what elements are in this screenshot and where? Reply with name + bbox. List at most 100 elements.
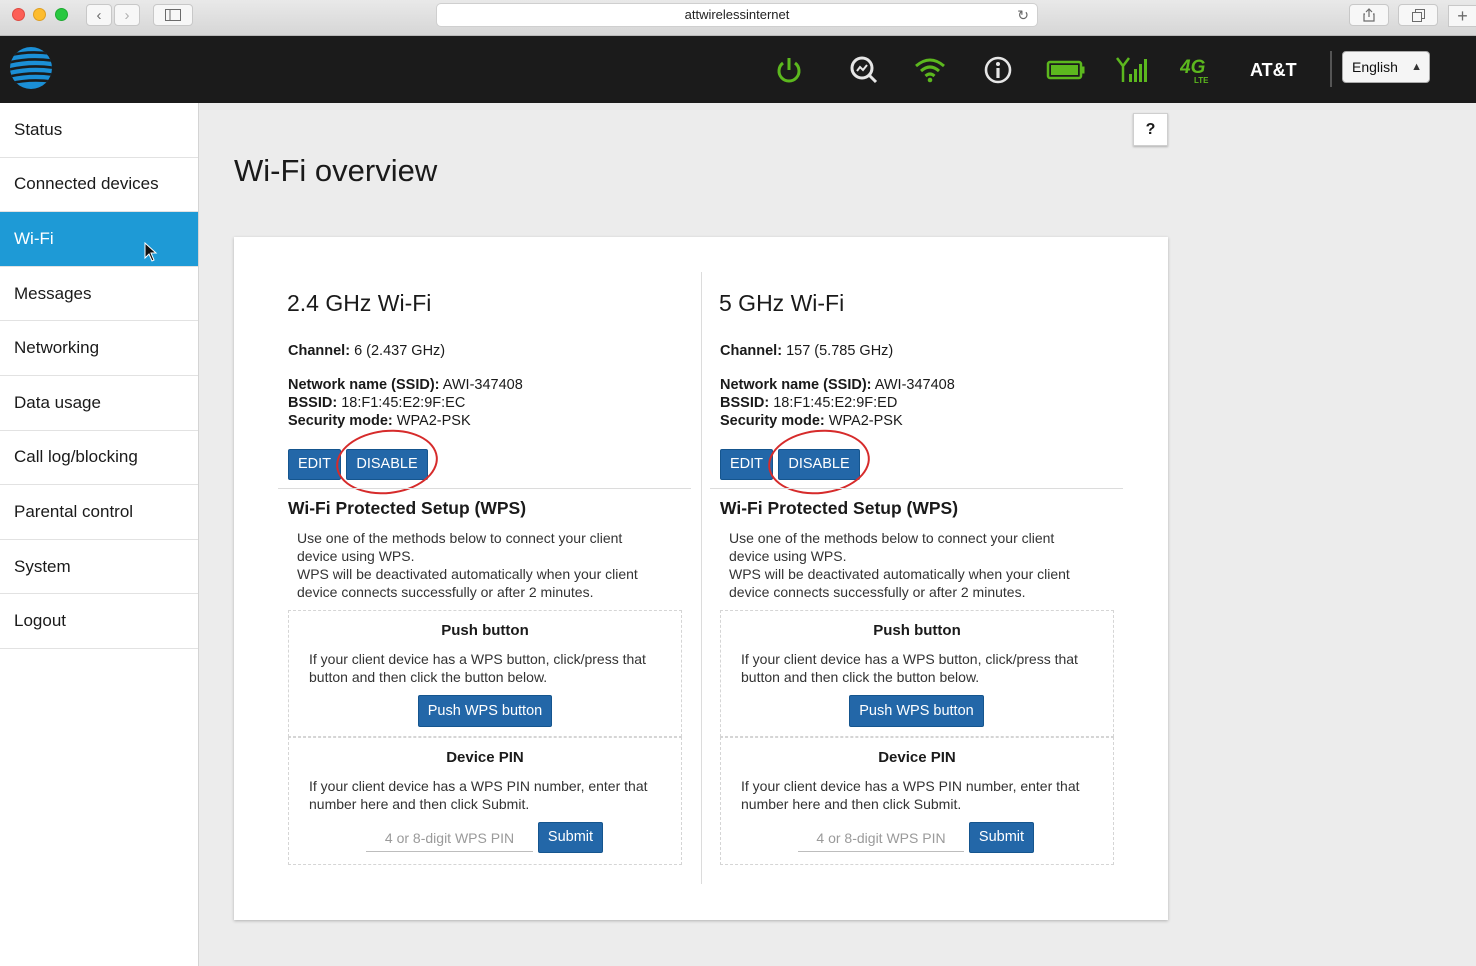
ssid-info: Network name (SSID): AWI-347408 xyxy=(720,377,955,393)
wps-title: Wi-Fi Protected Setup (WPS) xyxy=(288,498,527,518)
wps-description: Use one of the methods below to connect … xyxy=(729,530,1055,564)
channel-info: Channel: 6 (2.437 GHz) xyxy=(288,343,445,359)
sidebar-toggle-icon[interactable] xyxy=(153,4,193,26)
sidebar-item-data-usage[interactable]: Data usage xyxy=(0,376,198,431)
language-select[interactable]: English ▲ xyxy=(1342,51,1430,83)
sidebar-item-label: Wi-Fi xyxy=(14,228,54,248)
bssid-value: 18:F1:45:E2:9F:EC xyxy=(341,395,466,411)
sidebar-item-messages[interactable]: Messages xyxy=(0,267,198,322)
sidebar-item-label: Parental control xyxy=(14,501,134,521)
url-text: attwirelessinternet xyxy=(684,7,790,22)
channel-info: Channel: 157 (5.785 GHz) xyxy=(720,343,893,359)
page-title: Wi-Fi overview xyxy=(234,153,438,188)
bssid-info: BSSID: 18:F1:45:E2:9F:ED xyxy=(720,395,897,411)
sidebar-item-parental-control[interactable]: Parental control xyxy=(0,485,198,540)
share-icon[interactable] xyxy=(1349,4,1389,26)
4g-lte-icon: 4G LTE xyxy=(1180,57,1209,85)
browser-toolbar: ‹ › attwirelessinternet ↻ + xyxy=(0,0,1476,36)
att-logo xyxy=(10,47,52,89)
section-divider xyxy=(710,488,1123,489)
wps-pin-input[interactable] xyxy=(366,824,533,852)
channel-value: 6 (2.437 GHz) xyxy=(354,343,446,359)
sidebar-item-label: Logout xyxy=(14,611,66,631)
device-pin-title: Device PIN xyxy=(878,749,956,766)
security-value: WPA2-PSK xyxy=(396,413,471,429)
language-value: English xyxy=(1352,59,1398,75)
ssid-label: Network name (SSID): xyxy=(720,377,872,393)
tabs-icon[interactable] xyxy=(1398,4,1438,26)
push-wps-button[interactable]: Push WPS button xyxy=(418,695,552,727)
ssid-value: AWI-347408 xyxy=(442,377,523,393)
edit-button[interactable]: EDIT xyxy=(288,449,341,480)
power-icon[interactable] xyxy=(773,54,805,86)
security-info: Security mode: WPA2-PSK xyxy=(720,413,903,429)
channel-label: Channel: xyxy=(720,343,783,359)
bssid-label: BSSID: xyxy=(720,395,770,411)
wifi-icon[interactable] xyxy=(914,54,946,86)
ssid-info: Network name (SSID): AWI-347408 xyxy=(288,377,523,393)
submit-button[interactable]: Submit xyxy=(969,822,1034,853)
band-title: 2.4 GHz Wi-Fi xyxy=(287,290,432,316)
carrier-name: AT&T xyxy=(1250,60,1297,80)
mouse-cursor-icon xyxy=(144,242,158,262)
device-pin-description: If your client device has a WPS PIN numb… xyxy=(741,778,1080,812)
sidebar-item-status[interactable]: Status xyxy=(0,103,198,158)
wps-description: Use one of the methods below to connect … xyxy=(297,530,623,564)
push-button-title: Push button xyxy=(441,622,529,639)
sidebar-item-wifi[interactable]: Wi-Fi xyxy=(0,212,198,267)
close-window-icon[interactable] xyxy=(12,8,25,21)
push-button-description: If your client device has a WPS button, … xyxy=(309,651,646,685)
signal-icon xyxy=(1116,57,1147,82)
reload-icon[interactable]: ↻ xyxy=(1017,4,1029,26)
sidebar-item-call-log[interactable]: Call log/blocking xyxy=(0,431,198,486)
sidebar-item-label: Call log/blocking xyxy=(14,447,138,467)
info-icon[interactable] xyxy=(982,54,1014,86)
sidebar-item-networking[interactable]: Networking xyxy=(0,321,198,376)
svg-text:LTE: LTE xyxy=(1194,76,1209,85)
submit-button[interactable]: Submit xyxy=(538,822,603,853)
ssid-value: AWI-347408 xyxy=(874,377,955,393)
sidebar-item-label: Data usage xyxy=(14,392,101,412)
column-divider xyxy=(701,272,702,884)
security-label: Security mode: xyxy=(288,413,393,429)
search-icon[interactable] xyxy=(848,54,880,86)
wps-description-timeout: WPS will be deactivated automatically wh… xyxy=(297,566,638,600)
bssid-info: BSSID: 18:F1:45:E2:9F:EC xyxy=(288,395,465,411)
edit-button[interactable]: EDIT xyxy=(720,449,773,480)
band-title: 5 GHz Wi-Fi xyxy=(719,290,845,316)
help-button[interactable]: ? xyxy=(1133,113,1168,146)
forward-icon[interactable]: › xyxy=(114,4,140,26)
back-icon[interactable]: ‹ xyxy=(86,4,112,26)
bssid-value: 18:F1:45:E2:9F:ED xyxy=(773,395,898,411)
wps-pin-input[interactable] xyxy=(798,824,964,852)
top-header: 4G LTE AT&T English ▲ xyxy=(0,36,1476,103)
section-divider xyxy=(278,488,691,489)
sidebar-item-label: Networking xyxy=(14,338,100,358)
maximize-window-icon[interactable] xyxy=(55,8,68,21)
channel-value: 157 (5.785 GHz) xyxy=(786,343,894,359)
wps-description-timeout: WPS will be deactivated automatically wh… xyxy=(729,566,1070,600)
security-value: WPA2-PSK xyxy=(828,413,903,429)
device-pin-description: If your client device has a WPS PIN numb… xyxy=(309,778,648,812)
sidebar-item-logout[interactable]: Logout xyxy=(0,594,198,649)
svg-text:4G: 4G xyxy=(1180,57,1206,78)
bssid-label: BSSID: xyxy=(288,395,338,411)
minimize-window-icon[interactable] xyxy=(33,8,46,21)
sidebar-item-label: Status xyxy=(14,119,63,139)
sidebar: Status Connected devices Wi-Fi Messages … xyxy=(0,103,199,966)
sidebar-item-label: Connected devices xyxy=(14,174,159,194)
push-wps-button[interactable]: Push WPS button xyxy=(849,695,984,727)
wps-title: Wi-Fi Protected Setup (WPS) xyxy=(720,498,959,518)
channel-label: Channel: xyxy=(288,343,351,359)
battery-icon xyxy=(1046,60,1085,80)
address-bar[interactable]: attwirelessinternet ↻ xyxy=(436,3,1038,27)
select-arrows-icon: ▲ xyxy=(1411,61,1422,73)
security-info: Security mode: WPA2-PSK xyxy=(288,413,471,429)
sidebar-item-label: System xyxy=(14,556,71,576)
new-tab-icon[interactable]: + xyxy=(1448,5,1476,27)
sidebar-item-connected-devices[interactable]: Connected devices xyxy=(0,158,198,213)
header-divider xyxy=(1330,51,1332,87)
sidebar-item-label: Messages xyxy=(14,283,92,303)
push-button-description: If your client device has a WPS button, … xyxy=(741,651,1078,685)
sidebar-item-system[interactable]: System xyxy=(0,540,198,595)
